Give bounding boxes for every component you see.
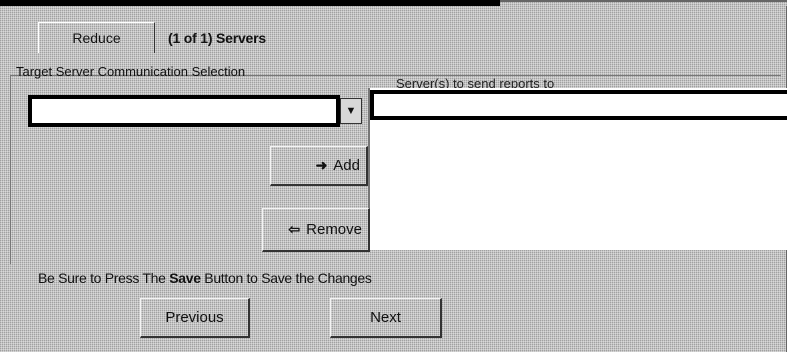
tab-caption: (1 of 1) Servers	[168, 30, 266, 46]
chevron-down-icon: ▼	[345, 105, 357, 117]
remove-button-label: Remove	[306, 221, 362, 238]
notice-prefix: Be Sure to Press The	[38, 270, 170, 286]
notice-suffix: Button to Save the Changes	[200, 270, 372, 286]
remove-button[interactable]: ⇦ Remove	[262, 208, 370, 252]
save-notice: Be Sure to Press The Save Button to Save…	[38, 270, 372, 286]
next-button[interactable]: Next	[330, 298, 442, 338]
arrow-left-icon: ⇦	[288, 221, 301, 237]
server-combo-field[interactable]	[28, 95, 340, 127]
window-top-border-right	[500, 0, 787, 2]
tab-reduce[interactable]: Reduce	[38, 22, 155, 53]
add-button-label: Add	[333, 157, 360, 174]
next-button-label: Next	[370, 309, 401, 326]
combo-dropdown-button[interactable]: ▼	[340, 98, 362, 124]
group-title: Target Server Communication Selection	[16, 64, 246, 79]
previous-button-label: Previous	[165, 309, 224, 326]
previous-button[interactable]: Previous	[140, 298, 250, 338]
add-button[interactable]: ➜ Add	[270, 146, 368, 186]
window-top-border	[0, 0, 500, 6]
target-server-list[interactable]	[368, 88, 787, 250]
list-selected-row[interactable]	[370, 90, 787, 120]
notice-bold: Save	[169, 270, 201, 286]
tab-strip: Reduce (1 of 1) Servers	[20, 14, 300, 56]
arrow-right-icon: ➜	[315, 157, 328, 173]
